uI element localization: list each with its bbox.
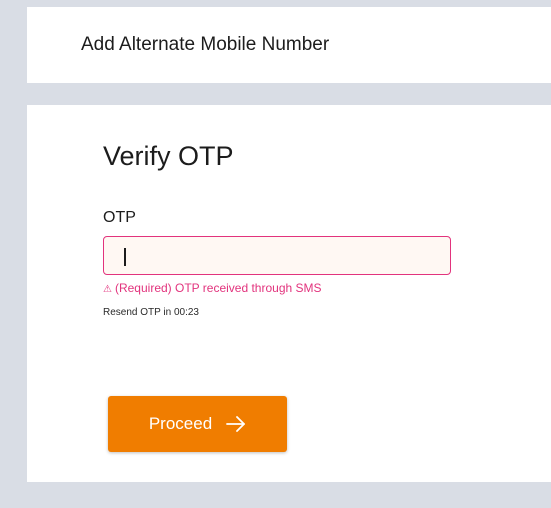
text-cursor: [124, 248, 126, 266]
warning-icon: ⚠: [103, 284, 112, 295]
proceed-button[interactable]: Proceed: [108, 396, 287, 452]
proceed-label: Proceed: [148, 414, 213, 433]
verify-otp-card: Verify OTP OTP ⚠ (Required) OTP received …: [27, 105, 551, 482]
otp-input[interactable]: [103, 236, 451, 275]
otp-label: OTP: [103, 209, 136, 226]
resend-otp-timer: Resend OTP in 00:23: [103, 307, 199, 318]
header-card: Add Alternate Mobile Number: [27, 7, 551, 83]
section-title: Verify OTP: [103, 141, 234, 171]
arrow-right-icon: [226, 416, 246, 432]
error-text: (Required) OTP received through SMS: [114, 281, 322, 295]
page-title: Add Alternate Mobile Number: [81, 34, 330, 55]
otp-error-message: ⚠ (Required) OTP received through SMS: [103, 281, 322, 295]
page: Add Alternate Mobile Number Verify OTP O…: [0, 0, 551, 508]
